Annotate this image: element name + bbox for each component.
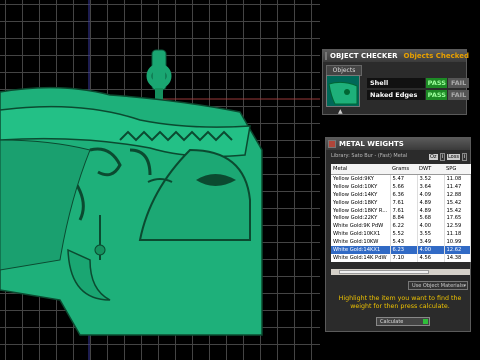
object-checker-panel: OBJECT CHECKER Objects Checked Objects ▲… (322, 49, 469, 115)
table-cell: 5.52 (390, 230, 418, 239)
table-cell: 6.23 (390, 246, 418, 254)
object-thumbnail (326, 75, 360, 107)
table-cell: 8.84 (390, 214, 418, 223)
library-label: Library: Sato Bur - (Fast) Metal (331, 153, 408, 159)
table-cell: 15.42 (444, 206, 471, 215)
metal-weights-title: METAL WEIGHTS (339, 140, 404, 148)
calculate-label: Calculate (380, 319, 404, 325)
table-cell: White Gold:10KW (331, 238, 391, 247)
table-cell: 7.10 (390, 253, 418, 262)
calculate-button[interactable]: Calculate (376, 317, 430, 326)
table-row[interactable]: White Gold:14K PdW 7.10 4.56 14.38 (331, 253, 471, 262)
table-row[interactable]: White Gold:10KX1 5.52 3.55 11.18 (331, 230, 471, 239)
table-cell: 4.89 (417, 206, 445, 215)
table-cell: 3.55 (417, 230, 445, 239)
table-cell: 6.36 (390, 190, 418, 199)
table-cell: 10.99 (444, 238, 471, 247)
table-cell: 4.00 (417, 222, 445, 231)
column-header[interactable]: Metal (331, 164, 390, 175)
table-cell: Yellow Gold:14KY (331, 190, 391, 199)
table-cell: 11.18 (444, 230, 471, 239)
check-row-naked-edges: Naked Edges PASS FAIL (367, 90, 469, 100)
table-cell: 14.38 (444, 253, 471, 262)
table-cell: 4.89 (417, 198, 445, 207)
table-cell: Yellow Gold:18KY (331, 198, 391, 207)
table-cell: 5.68 (417, 214, 445, 223)
table-header-row: Metal Grams DWT SPG (331, 164, 470, 175)
table-cell: White Gold:14K PdW (331, 253, 391, 262)
table-cell: 7.61 (390, 206, 418, 215)
oz-button[interactable]: i (439, 153, 445, 161)
table-row[interactable]: Yellow Gold:10KY 5.66 3.64 11.47 (331, 182, 471, 191)
table-row[interactable]: Yellow Gold:9KY 5.47 3.52 11.08 (331, 174, 471, 183)
loss-label: Loss (446, 154, 460, 160)
pendant-model (0, 0, 320, 360)
check-row-shell: Shell PASS FAIL (367, 78, 469, 88)
table-cell: 4.09 (417, 190, 445, 199)
scrollbar-thumb[interactable] (339, 270, 429, 274)
column-header[interactable]: Grams (390, 164, 417, 175)
metal-weights-table: Metal Grams DWT SPG Yellow Gold:9KY 5.47 3… (331, 164, 471, 262)
table-cell: 6.22 (390, 222, 418, 231)
metal-weights-titlebar[interactable]: METAL WEIGHTS (326, 138, 470, 150)
instruction-text: Highlight the item you want to find the … (338, 295, 462, 310)
table-row[interactable]: White Gold:14KX1 6.23 4.00 12.62 (331, 246, 471, 254)
table-row[interactable]: White Gold:9K PdW 6.22 4.00 12.59 (331, 222, 471, 231)
table-cell: 17.65 (444, 214, 471, 223)
scroll-up-icon[interactable]: ▲ (338, 108, 343, 115)
use-object-materials-dropdown[interactable]: Use Object Materials ▾ (408, 281, 468, 290)
table-row[interactable]: White Gold:10KW 5.43 3.49 10.99 (331, 238, 471, 247)
table-cell: 12.59 (444, 222, 471, 231)
table-cell: White Gold:10KX1 (331, 230, 391, 239)
panel-icon (325, 52, 327, 60)
table-cell: Yellow Gold:18KY R... (331, 206, 391, 215)
chevron-down-icon: ▾ (463, 283, 466, 289)
table-cell: Yellow Gold:22KY (331, 214, 391, 223)
table-row[interactable]: Yellow Gold:18KY R... 7.61 4.89 15.42 (331, 206, 471, 215)
loss-button[interactable]: i (461, 153, 468, 161)
object-checker-titlebar[interactable]: OBJECT CHECKER Objects Checked (323, 50, 469, 62)
pass-button[interactable]: PASS (426, 78, 448, 88)
table-cell: 5.43 (390, 238, 418, 247)
table-cell: 11.47 (444, 182, 471, 191)
table-cell: 4.56 (417, 253, 445, 262)
table-cell: 12.62 (444, 246, 471, 254)
pass-button[interactable]: PASS (426, 90, 448, 100)
units-controls: Oz i Loss i (429, 153, 468, 161)
check-label: Shell (367, 78, 426, 88)
fail-button[interactable]: FAIL (448, 90, 469, 100)
horizontal-scrollbar[interactable] (331, 269, 470, 275)
table-row[interactable]: Yellow Gold:22KY 8.84 5.68 17.65 (331, 214, 471, 223)
objects-checked-label: Objects Checked (403, 52, 469, 60)
table-row[interactable]: Yellow Gold:14KY 6.36 4.09 12.88 (331, 190, 471, 199)
column-header[interactable]: DWT (417, 164, 444, 175)
table-cell: White Gold:14KX1 (331, 246, 391, 254)
oz-label: Oz (429, 154, 438, 160)
metal-weights-panel: METAL WEIGHTS Library: Sato Bur - (Fast)… (325, 137, 471, 332)
table-cell: 15.42 (444, 198, 471, 207)
3d-viewport[interactable] (0, 0, 320, 360)
table-cell: 11.08 (444, 174, 471, 183)
table-cell: 3.52 (417, 174, 445, 183)
dropdown-value: Use Object Materials (412, 283, 464, 289)
table-cell: 4.00 (417, 246, 445, 254)
column-header[interactable]: SPG (444, 164, 470, 175)
table-cell: 12.88 (444, 190, 471, 199)
check-label: Naked Edges (367, 90, 426, 100)
fail-button[interactable]: FAIL (448, 78, 469, 88)
table-row[interactable]: Yellow Gold:18KY 7.61 4.89 15.42 (331, 198, 471, 207)
panel-icon (328, 140, 336, 148)
table-cell: Yellow Gold:10KY (331, 182, 391, 191)
bail-shape (146, 49, 172, 100)
table-cell: White Gold:9K PdW (331, 222, 391, 231)
object-checker-title: OBJECT CHECKER (330, 52, 398, 60)
table-cell: 5.47 (390, 174, 418, 183)
table-cell: 3.64 (417, 182, 445, 191)
table-cell: Yellow Gold:9KY (331, 174, 391, 183)
table-cell: 5.66 (390, 182, 418, 191)
table-cell: 3.49 (417, 238, 445, 247)
go-icon (423, 319, 428, 324)
table-cell: 7.61 (390, 198, 418, 207)
